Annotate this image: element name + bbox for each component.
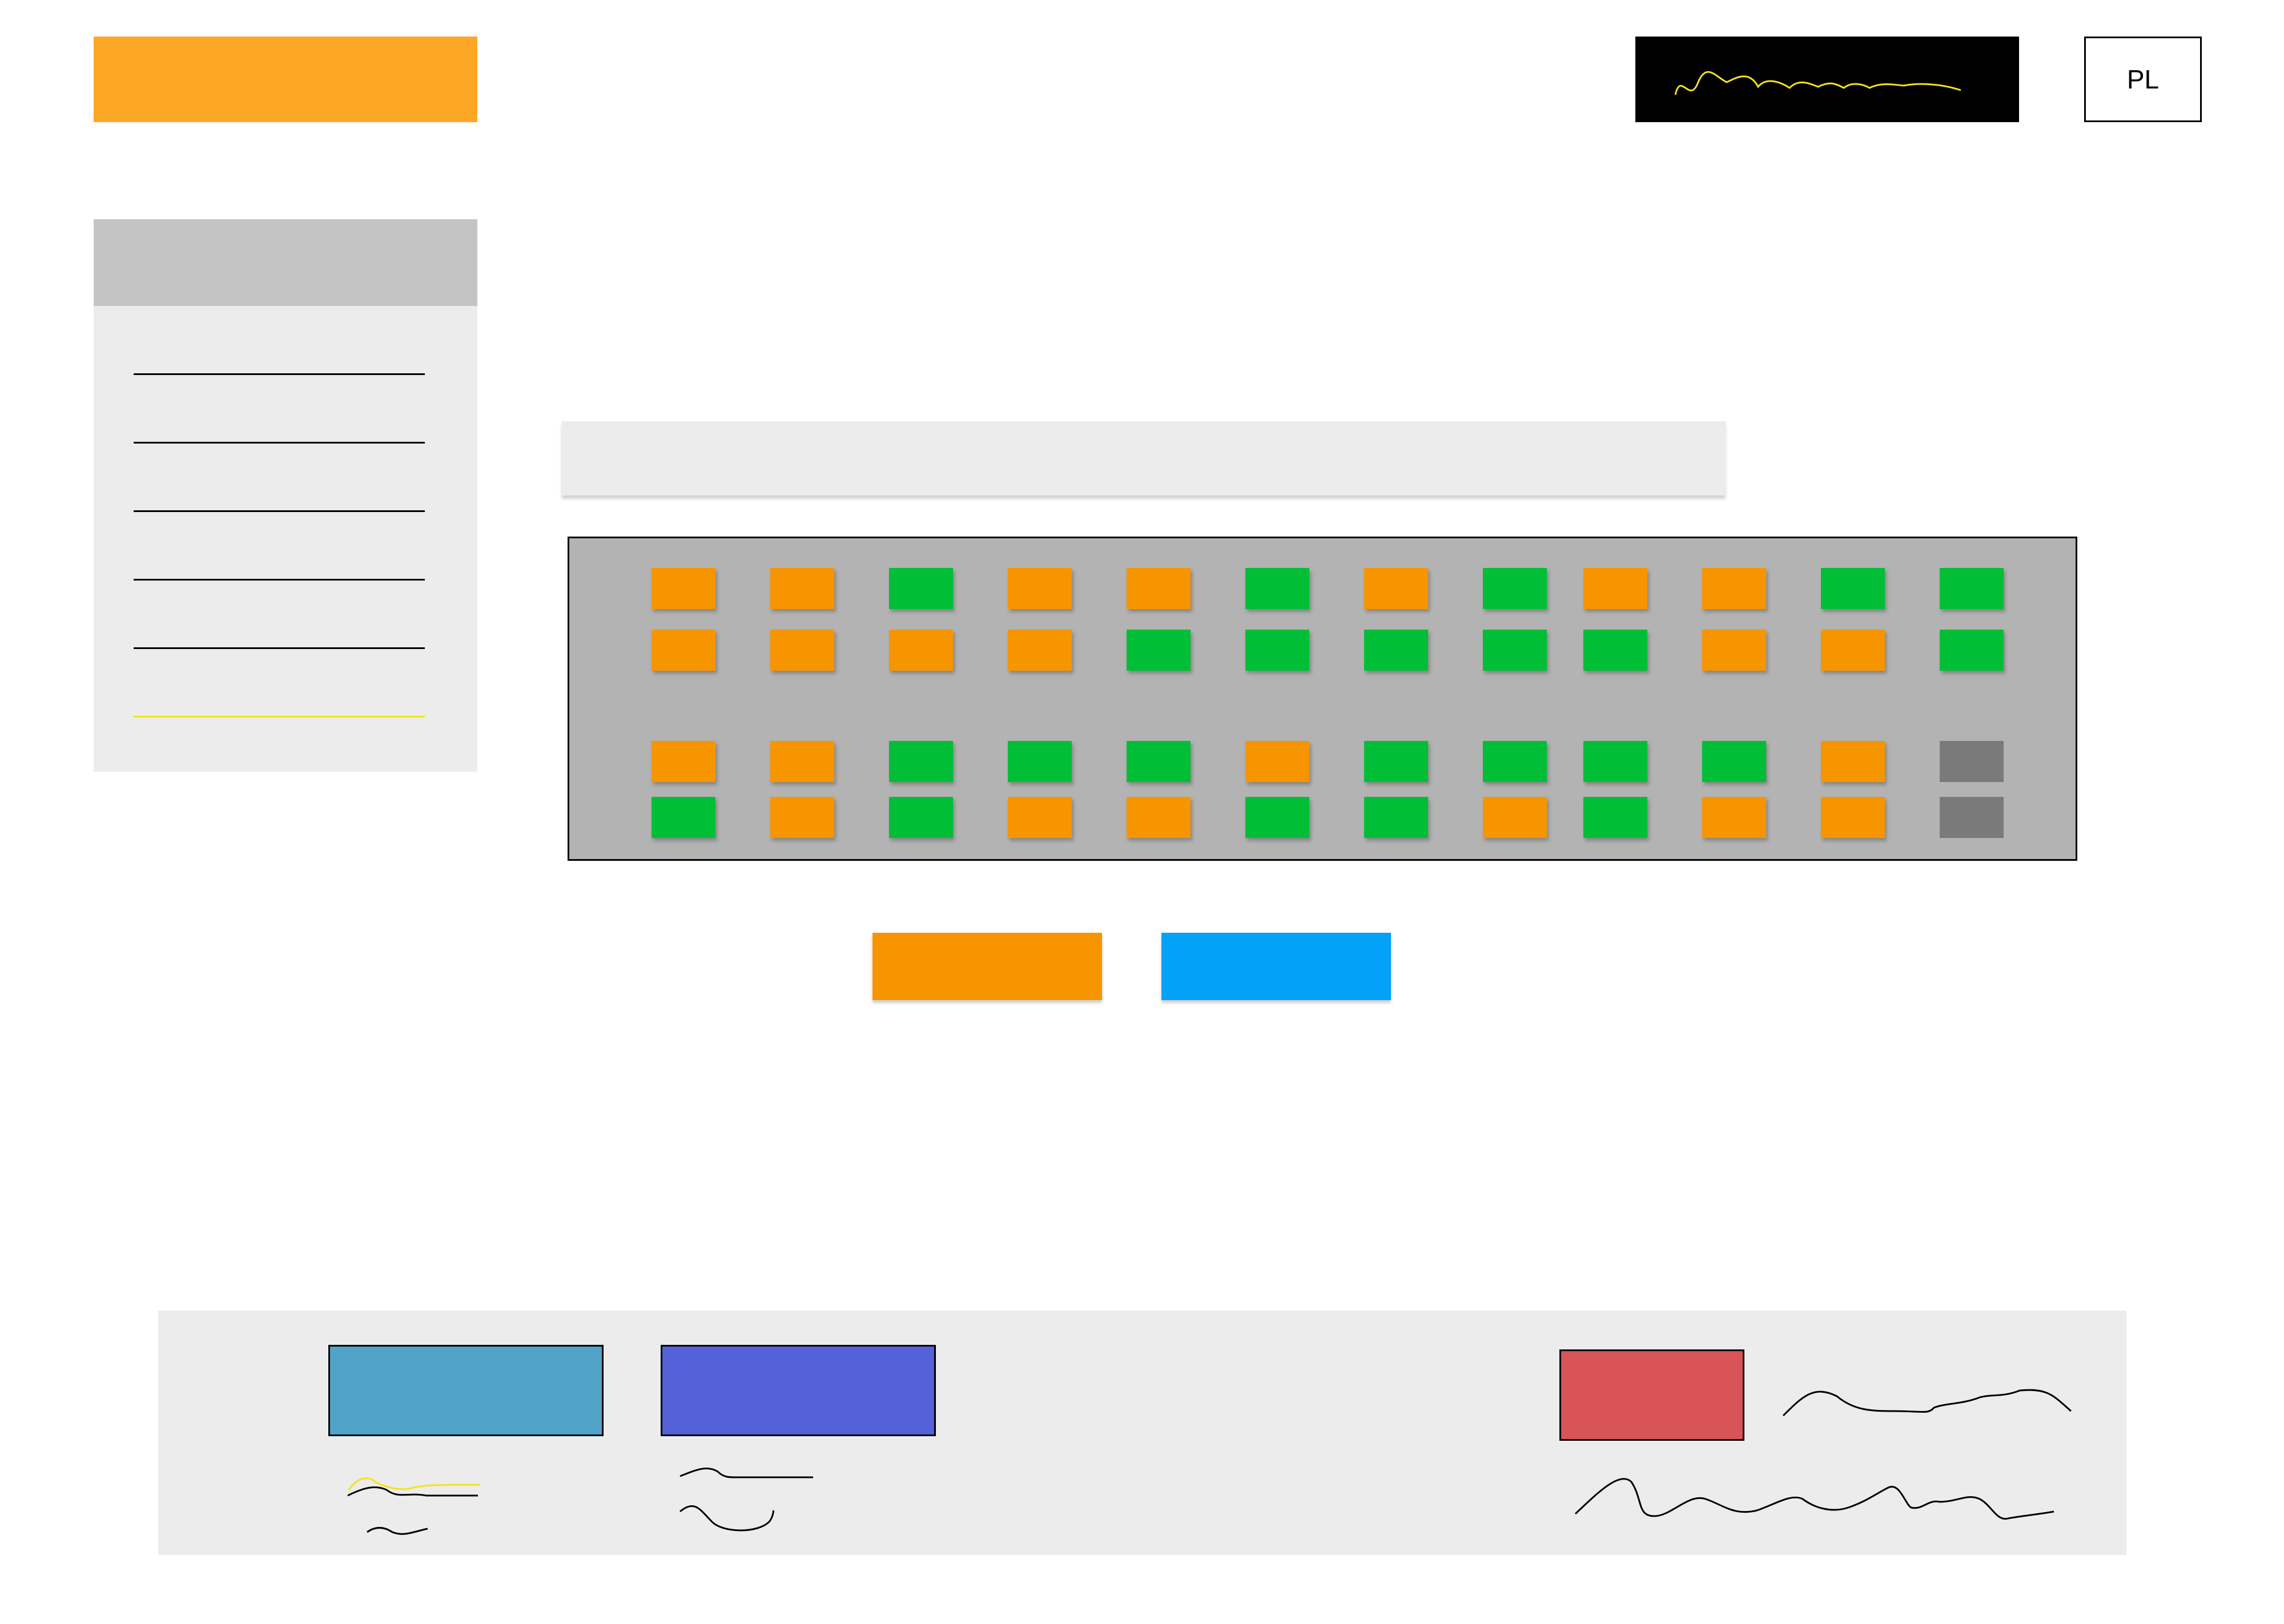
seat-available[interactable] [1008,741,1072,782]
seat-taken[interactable] [1008,568,1072,609]
seat-taken[interactable] [1702,797,1766,838]
seat-available[interactable] [889,797,953,838]
seat-available[interactable] [1583,741,1647,782]
logo[interactable] [94,37,477,122]
sidebar-item[interactable] [134,510,425,512]
seat-available[interactable] [1483,568,1547,609]
signature-banner [1635,37,2019,122]
seat-taken[interactable] [1127,797,1191,838]
search-bar[interactable] [562,421,1726,495]
seat-available[interactable] [1940,630,2004,671]
seat-available[interactable] [1245,797,1309,838]
seat-taken[interactable] [770,568,834,609]
seat-available[interactable] [1364,630,1428,671]
language-button[interactable]: PL [2084,37,2202,122]
language-label: PL [2126,65,2160,94]
seat-available[interactable] [652,797,715,838]
seat-available[interactable] [1702,741,1766,782]
seat-available[interactable] [889,741,953,782]
seat-taken[interactable] [1702,568,1766,609]
seat-available[interactable] [889,568,953,609]
sidebar-item[interactable] [134,647,425,649]
footer-scribble-1 [347,1389,2072,1535]
seat-taken[interactable] [1821,741,1885,782]
seat-taken[interactable] [1008,630,1072,671]
seat-available[interactable] [1583,797,1647,838]
seat-taken[interactable] [1245,741,1309,782]
seat-available[interactable] [1821,568,1885,609]
footer [158,1311,2126,1555]
seat-taken[interactable] [1483,797,1547,838]
seat-available[interactable] [1483,741,1547,782]
seat-taken[interactable] [1008,797,1072,838]
back-button[interactable] [872,933,1102,1000]
seat-map [568,537,2077,861]
seat-unavailable [1940,797,2004,838]
sidebar-item-active[interactable] [134,716,425,718]
sidebar-item[interactable] [134,579,425,581]
seat-available[interactable] [1583,630,1647,671]
seat-available[interactable] [1245,568,1309,609]
seat-available[interactable] [1364,797,1428,838]
sidebar [94,219,477,772]
seat-taken[interactable] [652,741,715,782]
sidebar-header [94,219,477,306]
seat-available[interactable] [1127,630,1191,671]
seat-taken[interactable] [652,568,715,609]
seat-taken[interactable] [1702,630,1766,671]
seat-available[interactable] [1483,630,1547,671]
seat-taken[interactable] [770,741,834,782]
seat-unavailable [1940,741,2004,782]
seat-available[interactable] [1940,568,2004,609]
seat-taken[interactable] [770,630,834,671]
seat-taken[interactable] [1821,630,1885,671]
sidebar-item[interactable] [134,442,425,444]
confirm-button[interactable] [1161,933,1391,1000]
seat-taken[interactable] [889,630,953,671]
seat-taken[interactable] [770,797,834,838]
seat-taken[interactable] [1364,568,1428,609]
seat-available[interactable] [1364,741,1428,782]
seat-available[interactable] [1245,630,1309,671]
seat-taken[interactable] [1127,568,1191,609]
seat-taken[interactable] [1821,797,1885,838]
seat-available[interactable] [1127,741,1191,782]
sidebar-item[interactable] [134,373,425,375]
seat-taken[interactable] [652,630,715,671]
seat-taken[interactable] [1583,568,1647,609]
signature-icon [1674,71,1961,95]
